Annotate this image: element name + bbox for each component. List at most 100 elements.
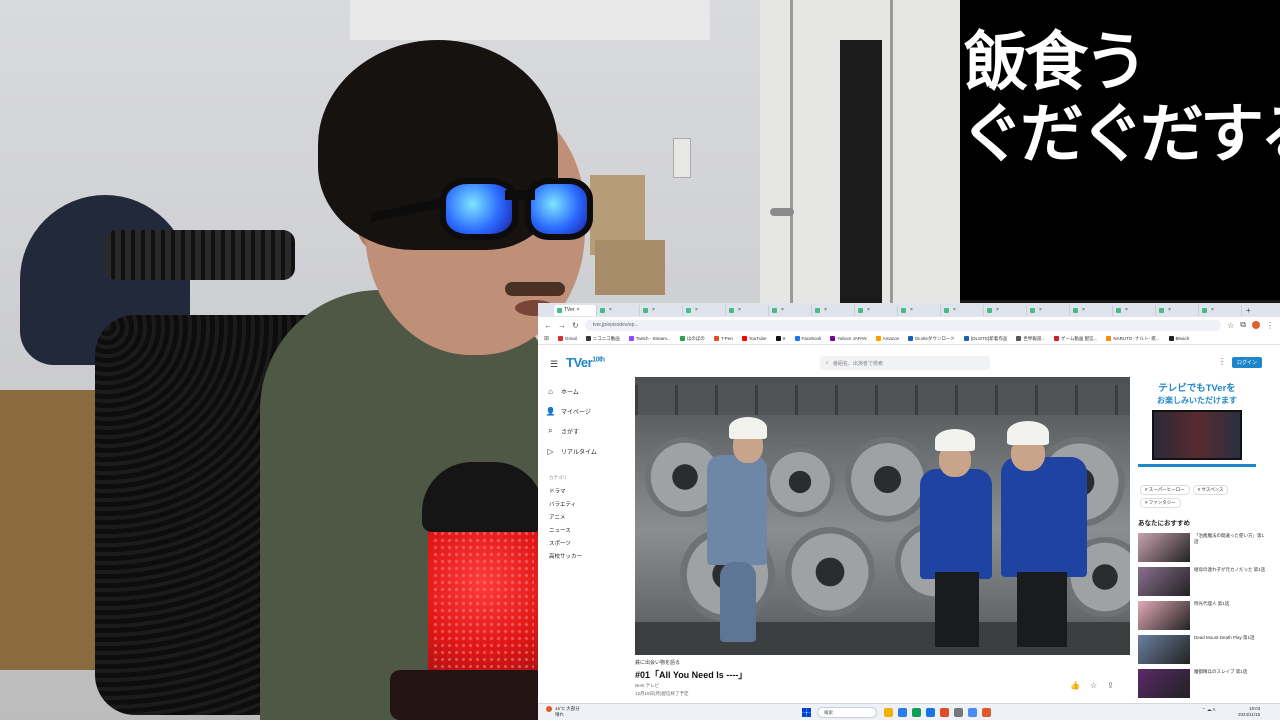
browser-tab[interactable]: × bbox=[769, 304, 812, 316]
tab-close-icon[interactable]: × bbox=[695, 307, 698, 313]
tab-close-icon[interactable]: × bbox=[652, 307, 655, 313]
bookmark-item[interactable]: ゲーム動画 配信... bbox=[1053, 336, 1097, 342]
bookmark-item[interactable]: Gmail bbox=[558, 336, 577, 341]
browser-tab[interactable]: × bbox=[1113, 304, 1156, 316]
extensions-icon[interactable]: ⧉ bbox=[1240, 320, 1246, 330]
tag-chip[interactable]: # ファンタジー bbox=[1140, 498, 1181, 508]
recommend-item[interactable]: 「治癒魔法の間違った使い方」第1話 bbox=[1138, 533, 1268, 567]
browser-tab[interactable]: × bbox=[941, 304, 984, 316]
bookmark-item[interactable]: ニコニコ動画 bbox=[585, 336, 620, 342]
browser-tab[interactable]: × bbox=[1156, 304, 1199, 316]
browser-tab[interactable]: × bbox=[683, 304, 726, 316]
tab-close-icon[interactable]: × bbox=[577, 307, 580, 313]
bookmark-item[interactable]: NARUTO -ナルト- 疾... bbox=[1106, 336, 1160, 342]
tab-close-icon[interactable]: × bbox=[738, 307, 741, 313]
bookmark-star-icon[interactable]: ☆ bbox=[1227, 321, 1234, 330]
login-button[interactable]: ログイン bbox=[1232, 357, 1262, 368]
tv-promo-banner[interactable]: テレビでもTVerを お楽しみいただけます bbox=[1138, 377, 1256, 474]
tver-logo[interactable]: TVer10th bbox=[566, 355, 605, 370]
tag-chip[interactable]: # サスペンス bbox=[1192, 485, 1229, 495]
recommend-item[interactable]: Dead Mount Death Play 第1話 bbox=[1138, 635, 1268, 669]
tab-close-icon[interactable]: × bbox=[1125, 307, 1128, 313]
tab-close-icon[interactable]: × bbox=[996, 307, 999, 313]
new-tab-icon[interactable]: + bbox=[1246, 306, 1251, 315]
taskbar-app-icon[interactable] bbox=[912, 708, 921, 717]
taskbar-app-icon[interactable] bbox=[954, 708, 963, 717]
browser-tab[interactable]: × bbox=[984, 304, 1027, 316]
category-item[interactable]: スポーツ bbox=[546, 536, 626, 549]
tab-close-icon[interactable]: × bbox=[781, 307, 784, 313]
taskbar-app-icon[interactable] bbox=[926, 708, 935, 717]
taskbar-app-icon[interactable] bbox=[898, 708, 907, 717]
bookmark-item[interactable]: Bleach bbox=[1168, 336, 1189, 341]
hamburger-menu-icon[interactable]: ☰ bbox=[550, 359, 558, 370]
sidebar-item-live[interactable]: ▷ リアルタイム bbox=[546, 441, 626, 461]
tab-close-icon[interactable]: × bbox=[910, 307, 913, 313]
taskbar-app-icon[interactable] bbox=[940, 708, 949, 717]
tab-close-icon[interactable]: × bbox=[609, 307, 612, 313]
apps-grid-icon[interactable]: ⊞ bbox=[544, 335, 549, 342]
tag-chip[interactable]: # スーパーヒーロー bbox=[1140, 485, 1190, 495]
bookmark-item[interactable]: X bbox=[775, 336, 786, 341]
series-name[interactable]: 鉄に出会い物を語る bbox=[635, 659, 1055, 666]
tab-close-icon[interactable]: × bbox=[1168, 307, 1171, 313]
tab-close-icon[interactable]: × bbox=[867, 307, 870, 313]
category-item[interactable]: ドラマ bbox=[546, 484, 626, 497]
favorite-star-icon[interactable]: ☆ bbox=[1090, 681, 1097, 690]
bookmark-item[interactable]: [DLSITE]新着作品 bbox=[963, 336, 1007, 342]
recommend-item[interactable]: 魔都精兵のスレイブ 第1話 bbox=[1138, 669, 1268, 703]
taskbar-app-icon[interactable] bbox=[982, 708, 991, 717]
share-icon[interactable]: ⇪ bbox=[1107, 681, 1114, 690]
profile-avatar[interactable] bbox=[1252, 321, 1260, 329]
bookmark-item[interactable]: ほのぼの bbox=[679, 336, 705, 342]
bookmark-item[interactable]: Facebook bbox=[794, 336, 821, 341]
tab-close-icon[interactable]: × bbox=[1039, 307, 1042, 313]
taskbar-clock[interactable]: 19:03 2024/11/15 bbox=[1238, 706, 1260, 718]
bookmark-item[interactable]: 世界報道... bbox=[1016, 336, 1045, 342]
browser-menu-icon[interactable]: ⋮ bbox=[1266, 321, 1274, 330]
sidebar-item-user[interactable]: 👤 マイページ bbox=[546, 401, 626, 421]
browser-tab[interactable]: × bbox=[640, 304, 683, 316]
bookmark-item[interactable]: Amazon bbox=[875, 336, 899, 341]
back-icon[interactable]: ← bbox=[544, 321, 552, 330]
recommend-item[interactable]: 時光代理人 第1話 bbox=[1138, 601, 1268, 635]
video-player[interactable] bbox=[635, 377, 1130, 655]
tab-close-icon[interactable]: × bbox=[1211, 307, 1214, 313]
tver-search-input[interactable]: ⌕ 番組名、出演者で検索 bbox=[820, 356, 990, 370]
tab-close-icon[interactable]: × bbox=[1082, 307, 1085, 313]
browser-tab[interactable]: TVer × bbox=[554, 304, 597, 316]
more-options-icon[interactable]: ⋮ bbox=[1218, 357, 1226, 366]
browser-tab[interactable]: × bbox=[898, 304, 941, 316]
tab-close-icon[interactable]: × bbox=[953, 307, 956, 313]
browser-tab[interactable]: × bbox=[597, 304, 640, 316]
browser-tab[interactable]: × bbox=[1070, 304, 1113, 316]
browser-tab[interactable]: × bbox=[812, 304, 855, 316]
category-item[interactable]: バラエティ bbox=[546, 497, 626, 510]
windows-start-icon[interactable] bbox=[802, 708, 811, 717]
category-item[interactable]: 高校サッカー bbox=[546, 549, 626, 562]
address-bar[interactable]: tver.jp/episodes/ep... bbox=[584, 319, 1222, 331]
reload-icon[interactable]: ↻ bbox=[572, 321, 579, 330]
bookmark-item[interactable]: DLsiteダウンロード bbox=[908, 336, 955, 342]
like-icon[interactable]: 👍 bbox=[1070, 681, 1080, 690]
system-tray[interactable]: ⌃ ☁ A bbox=[1202, 707, 1216, 713]
recommend-item[interactable]: 継母の連れ子が元カノだった 第1話 bbox=[1138, 567, 1268, 601]
taskbar-app-icon[interactable] bbox=[884, 708, 893, 717]
bookmark-item[interactable]: YouTube bbox=[741, 336, 767, 341]
category-item[interactable]: アニメ bbox=[546, 510, 626, 523]
category-item[interactable]: ニュース bbox=[546, 523, 626, 536]
taskbar-search[interactable]: 検索 bbox=[817, 707, 877, 718]
bookmark-item[interactable]: Twitch - Stream... bbox=[628, 336, 671, 341]
sidebar-item-search[interactable]: ⌕ さがす bbox=[546, 421, 626, 441]
browser-tab[interactable]: × bbox=[1199, 304, 1242, 316]
browser-tab[interactable]: × bbox=[726, 304, 769, 316]
weather-widget[interactable]: 16°C 大部分 晴れ bbox=[546, 706, 580, 718]
bookmark-item[interactable]: T-Pen bbox=[713, 336, 733, 341]
browser-tab[interactable]: × bbox=[1027, 304, 1070, 316]
taskbar-app-icon[interactable] bbox=[968, 708, 977, 717]
tab-close-icon[interactable]: × bbox=[824, 307, 827, 313]
bookmark-item[interactable]: Yahoo! JAPAN bbox=[830, 336, 867, 341]
forward-icon[interactable]: → bbox=[558, 321, 566, 330]
sidebar-item-home[interactable]: ⌂ ホーム bbox=[546, 381, 626, 401]
browser-tab[interactable]: × bbox=[855, 304, 898, 316]
